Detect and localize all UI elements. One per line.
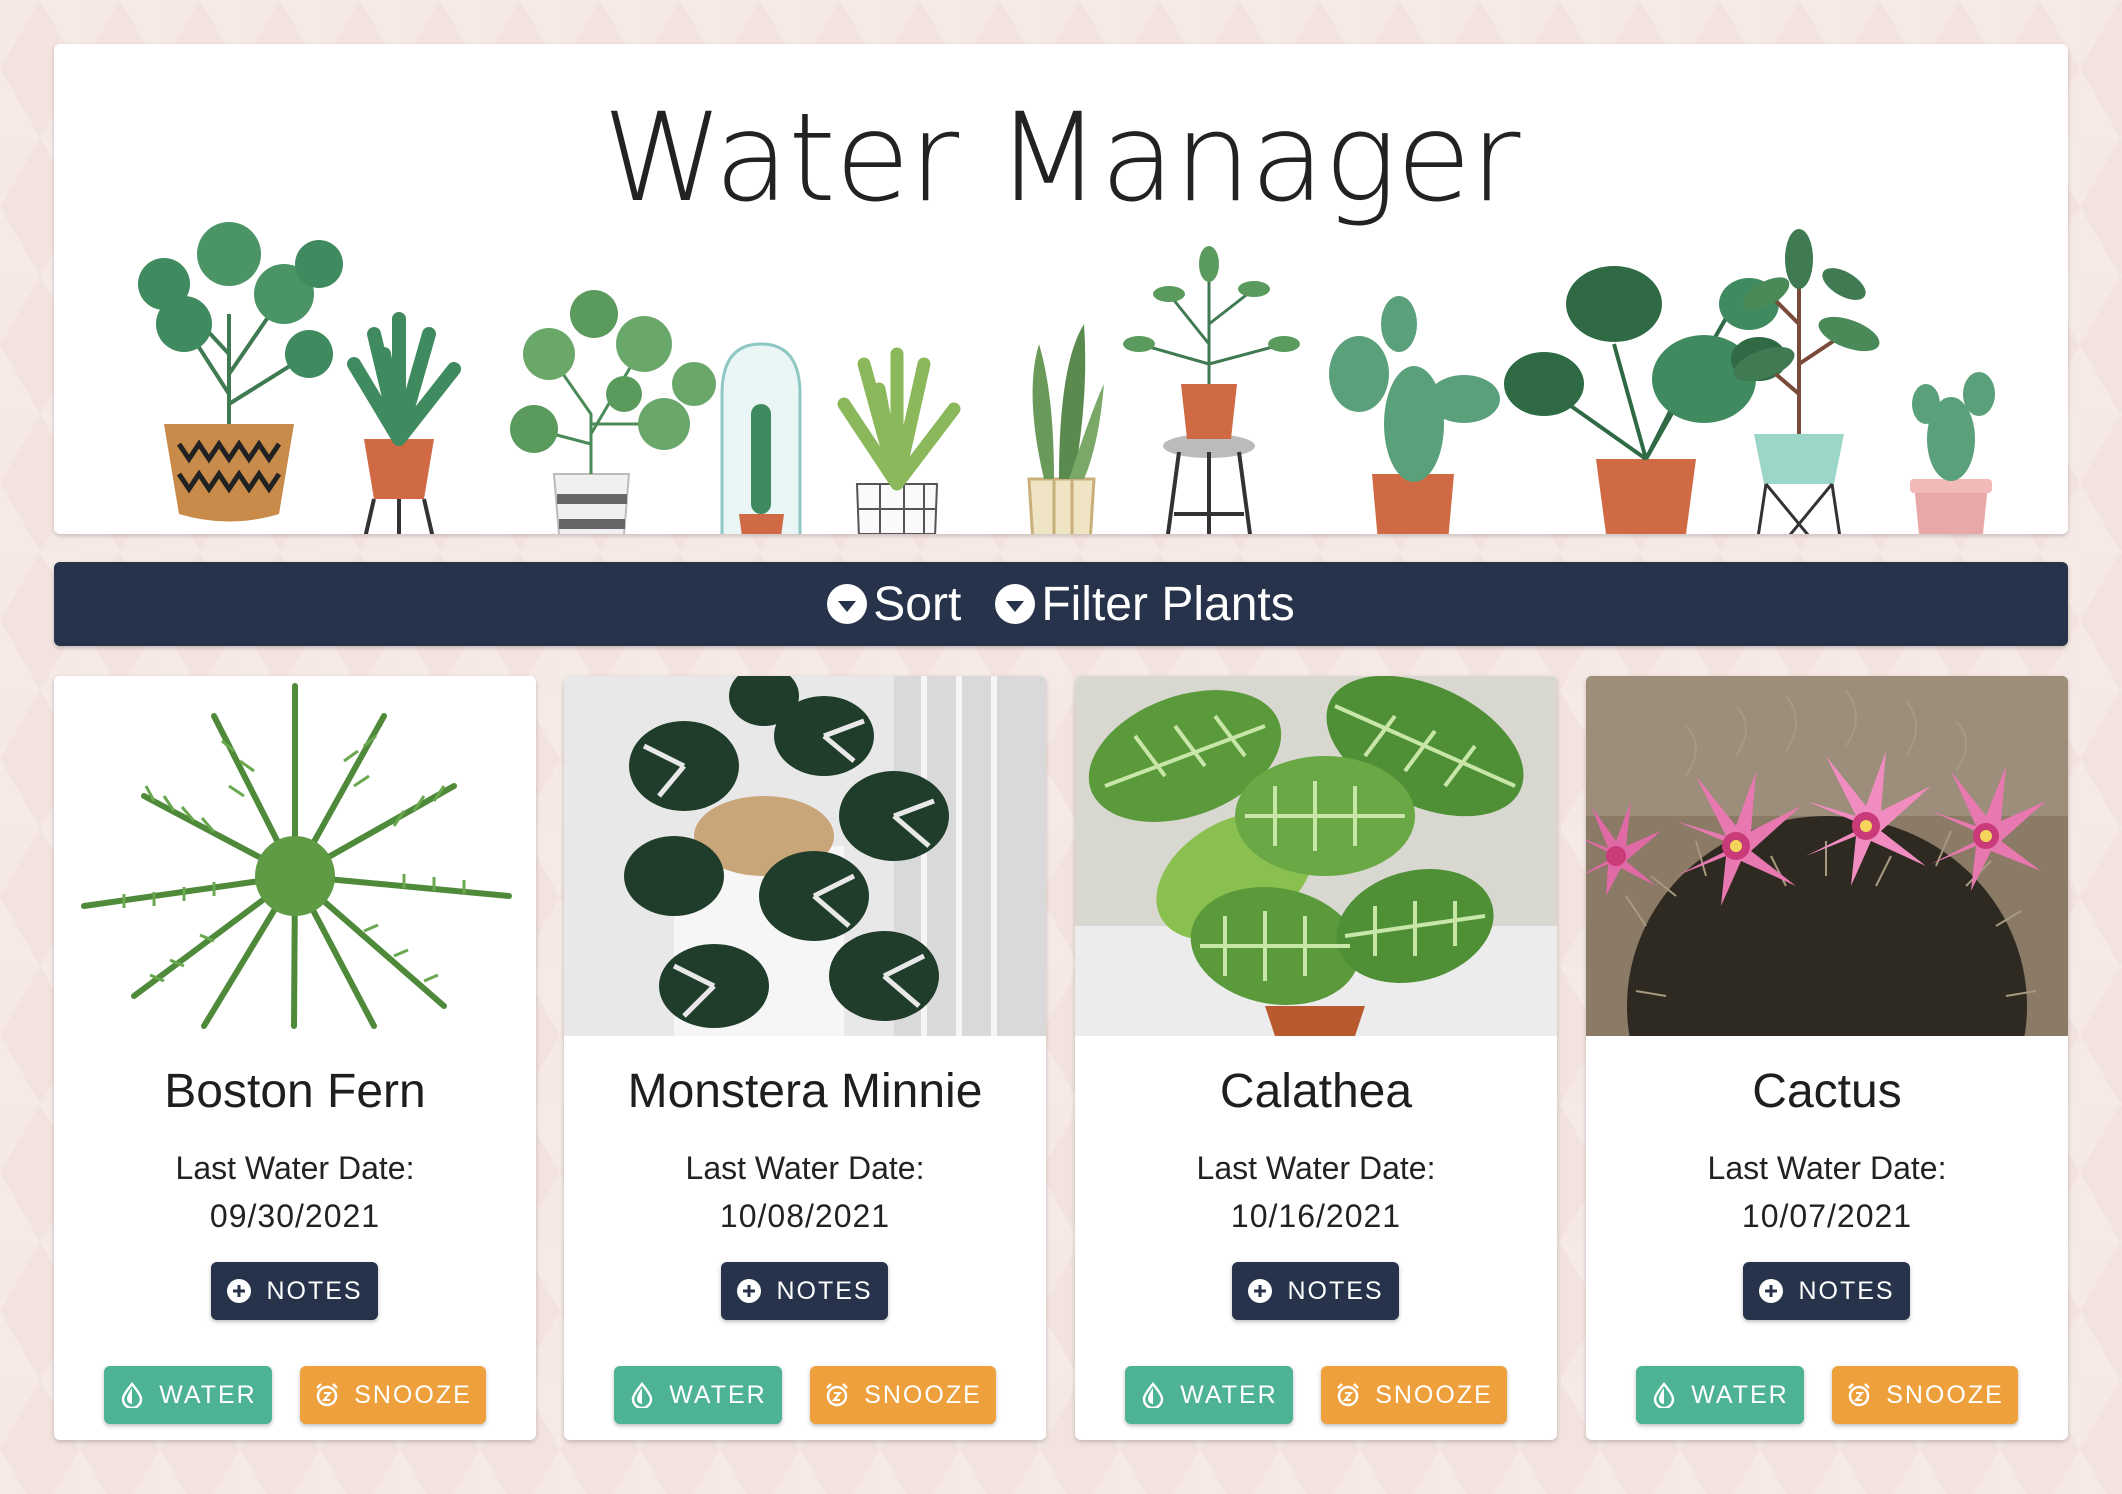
stool-plant-illustration	[1123, 246, 1300, 534]
filter-plants-dropdown[interactable]: Filter Plants	[995, 577, 1295, 632]
water-button[interactable]: WATER	[614, 1366, 782, 1424]
plant-name: Monstera Minnie	[627, 1065, 983, 1118]
cactus-dome-illustration	[720, 342, 802, 534]
paddle-cactus-illustration	[1329, 296, 1500, 534]
toolbar: Sort Filter Plants	[54, 562, 2068, 646]
alarm-snooze-icon	[1848, 1383, 1871, 1407]
snooze-label: SNOOZE	[354, 1380, 472, 1409]
water-label: WATER	[1180, 1380, 1278, 1409]
plus-circle-icon	[1248, 1279, 1273, 1303]
snooze-button[interactable]: SNOOZE	[1832, 1366, 2018, 1424]
snooze-button[interactable]: SNOOZE	[300, 1366, 486, 1424]
water-label: WATER	[669, 1380, 767, 1409]
water-button[interactable]: WATER	[104, 1366, 272, 1424]
monstera-minnie-photo	[564, 676, 1046, 1036]
water-button[interactable]: WATER	[1636, 1366, 1804, 1424]
plant-card-boston-fern: Boston Fern Last Water Date: 09/30/2021 …	[54, 676, 536, 1440]
snooze-label: SNOOZE	[864, 1380, 982, 1409]
water-drop-icon	[121, 1382, 143, 1408]
water-button[interactable]: WATER	[1125, 1366, 1293, 1424]
notes-button[interactable]: NOTES	[721, 1262, 888, 1320]
filter-plants-label: Filter Plants	[1041, 577, 1295, 631]
water-drop-icon	[1653, 1382, 1675, 1408]
snooze-button[interactable]: SNOOZE	[810, 1366, 996, 1424]
water-drop-icon	[631, 1382, 653, 1408]
snooze-label: SNOOZE	[1886, 1380, 2004, 1409]
plus-circle-icon	[1759, 1279, 1784, 1303]
notes-label: NOTES	[1287, 1276, 1384, 1305]
last-water-label: Last Water Date:	[1196, 1150, 1436, 1186]
last-water-date: 10/07/2021	[1741, 1198, 1913, 1234]
snake-plant-illustration	[1027, 324, 1104, 534]
last-water-label: Last Water Date:	[175, 1150, 415, 1186]
plant-banner-illustration	[138, 222, 1995, 534]
small-cactus-pink-pot-illustration	[1910, 372, 1995, 534]
plant-card-monstera-minnie: Monstera Minnie Last Water Date: 10/08/2…	[564, 676, 1046, 1440]
notes-label: NOTES	[1798, 1276, 1895, 1305]
water-label: WATER	[1691, 1380, 1789, 1409]
alarm-snooze-icon	[316, 1383, 339, 1407]
water-drop-icon	[1142, 1382, 1164, 1408]
sort-dropdown[interactable]: Sort	[827, 577, 961, 632]
notes-button[interactable]: NOTES	[1232, 1262, 1399, 1320]
notes-label: NOTES	[266, 1276, 363, 1305]
pilea-pot-illustration	[510, 290, 716, 534]
chevron-down-circle-icon	[827, 584, 868, 624]
plant-card-cactus: Cactus Last Water Date: 10/07/2021 NOTES…	[1586, 676, 2068, 1440]
last-water-date: 10/08/2021	[719, 1198, 891, 1234]
plant-card-calathea: Calathea Last Water Date: 10/16/2021 NOT…	[1075, 676, 1557, 1440]
chevron-down-circle-icon	[995, 584, 1036, 624]
water-label: WATER	[159, 1380, 257, 1409]
notes-label: NOTES	[776, 1276, 873, 1305]
plant-name: Calathea	[1219, 1065, 1413, 1118]
plant-name: Boston Fern	[164, 1065, 426, 1118]
aloe-stand-illustration	[347, 312, 461, 534]
last-water-label: Last Water Date:	[1707, 1150, 1947, 1186]
last-water-date: 09/30/2021	[209, 1198, 381, 1234]
cactus-photo	[1586, 676, 2068, 1036]
header-card: Water Manager	[54, 44, 2068, 534]
alarm-snooze-icon	[826, 1383, 849, 1407]
basket-palm-illustration	[138, 222, 343, 522]
notes-button[interactable]: NOTES	[1743, 1262, 1910, 1320]
snooze-button[interactable]: SNOOZE	[1321, 1366, 1507, 1424]
plus-circle-icon	[227, 1279, 252, 1303]
sort-label: Sort	[873, 577, 962, 631]
calathea-photo	[1075, 676, 1557, 1036]
alarm-snooze-icon	[1337, 1383, 1360, 1407]
last-water-date: 10/16/2021	[1230, 1198, 1402, 1234]
notes-button[interactable]: NOTES	[211, 1262, 378, 1320]
plus-circle-icon	[737, 1279, 762, 1303]
snooze-label: SNOOZE	[1375, 1380, 1493, 1409]
last-water-label: Last Water Date:	[685, 1150, 925, 1186]
boston-fern-photo	[54, 676, 536, 1036]
aloe-grid-pot-illustration	[837, 347, 961, 534]
plant-name: Cactus	[1752, 1065, 1902, 1118]
